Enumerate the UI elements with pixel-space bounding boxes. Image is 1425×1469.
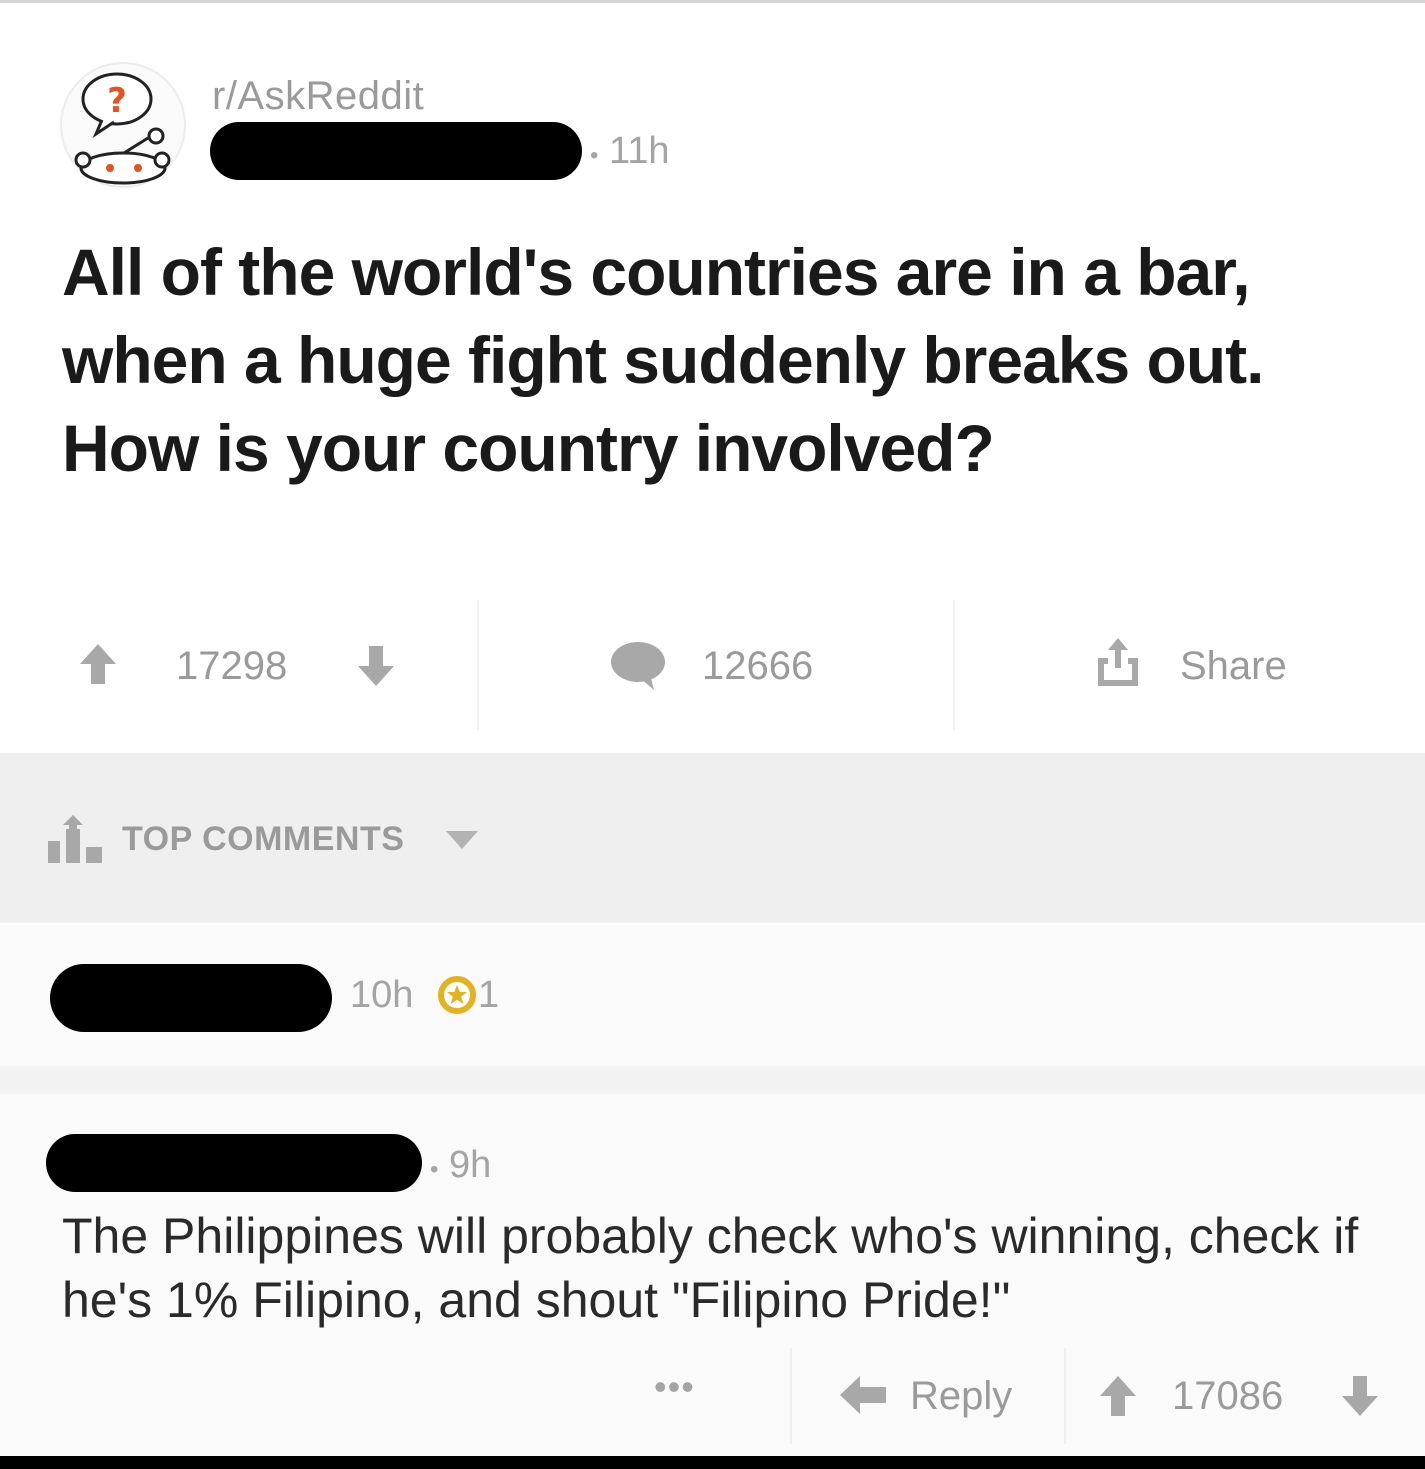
subreddit-link[interactable]: r/AskReddit bbox=[212, 74, 424, 119]
reply-arrow-icon[interactable] bbox=[838, 1374, 888, 1416]
downvote-arrow-icon[interactable] bbox=[1340, 1374, 1380, 1418]
bottom-border bbox=[0, 1456, 1425, 1469]
redacted-username bbox=[210, 122, 582, 180]
action-divider bbox=[477, 600, 479, 730]
comment-separator bbox=[0, 1066, 1425, 1094]
redacted-username bbox=[50, 964, 332, 1032]
comment-count[interactable]: 12666 bbox=[702, 644, 813, 689]
chevron-down-icon[interactable] bbox=[444, 829, 480, 851]
subreddit-avatar[interactable]: ? bbox=[60, 62, 186, 188]
more-options-button[interactable]: ••• bbox=[654, 1366, 695, 1408]
sort-selector[interactable]: TOP COMMENTS bbox=[122, 820, 404, 859]
comment-time: 10h bbox=[350, 974, 414, 1016]
sort-ranking-icon bbox=[48, 815, 102, 863]
redacted-username bbox=[46, 1134, 422, 1192]
comment-bubble-icon[interactable] bbox=[610, 640, 666, 692]
svg-text:?: ? bbox=[107, 81, 127, 121]
award-count: 1 bbox=[478, 974, 500, 1016]
reply-button[interactable]: Reply bbox=[910, 1374, 1012, 1419]
downvote-arrow-icon[interactable] bbox=[356, 644, 396, 688]
post-score: 17298 bbox=[176, 644, 288, 688]
upvote-arrow-icon[interactable] bbox=[1098, 1374, 1138, 1418]
askreddit-snoo-icon: ? bbox=[74, 72, 171, 185]
action-divider bbox=[953, 600, 955, 730]
share-button[interactable]: Share bbox=[1180, 644, 1287, 689]
action-divider bbox=[1064, 1348, 1066, 1444]
comment-body: The Philippines will probably check who'… bbox=[62, 1208, 1359, 1328]
gold-award-icon bbox=[438, 976, 476, 1014]
upvote-arrow-icon[interactable] bbox=[78, 642, 118, 686]
comment-score: 17086 bbox=[1172, 1374, 1284, 1418]
share-icon[interactable] bbox=[1094, 636, 1142, 688]
action-divider bbox=[790, 1348, 792, 1444]
post-action-bar: 17298 12666 Share bbox=[0, 600, 1425, 730]
comment-time: • 9h bbox=[430, 1144, 492, 1186]
post-time: • 11h bbox=[590, 130, 670, 172]
post-title[interactable]: All of the world's countries are in a ba… bbox=[62, 228, 1362, 492]
